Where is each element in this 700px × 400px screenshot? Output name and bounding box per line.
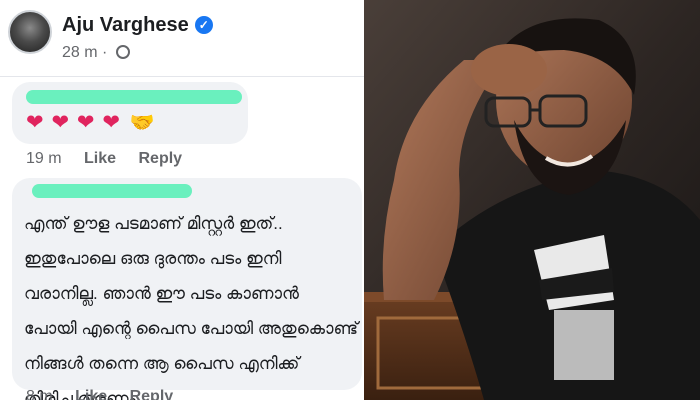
facebook-comment-screenshot: Aju Varghese ✓ 28 m · ❤ ❤ ❤ ❤ 🤝 19 m Like…: [0, 0, 364, 400]
comment-time[interactable]: 19 m: [26, 150, 62, 168]
heart-icon: ❤: [51, 111, 71, 134]
comment-text: എന്ത് ഊള പടമാണ് മിസ്റ്റർ ഇത്.. ഇതുപോലെ ഒ…: [24, 206, 364, 400]
actor-photo-illustration: [364, 0, 700, 400]
author-avatar[interactable]: [8, 10, 52, 54]
comment-line: ഇതുപോലെ ഒരു ദുരന്തം പടം ഇനി: [24, 249, 282, 268]
author-name[interactable]: Aju Varghese: [62, 14, 189, 36]
comment-line: പോയി എന്റെ പൈസ പോയി അതുകൊണ്ട്: [24, 319, 359, 338]
comment-emoji: ❤ ❤ ❤ ❤ 🤝: [26, 110, 156, 135]
heart-icon: ❤: [76, 111, 96, 134]
heart-icon: ❤: [26, 111, 45, 134]
reply-button[interactable]: Reply: [139, 150, 183, 168]
comment-bubble: എന്ത് ഊള പടമാണ് മിസ്റ്റർ ഇത്.. ഇതുപോലെ ഒ…: [12, 178, 362, 400]
comment-actions: 8 m Like Reply: [26, 388, 173, 400]
reply-button[interactable]: Reply: [130, 388, 174, 400]
comment-bubble: ❤ ❤ ❤ ❤ 🤝: [12, 82, 248, 144]
comment-time[interactable]: 8 m: [26, 388, 53, 400]
actor-photo: [364, 0, 700, 400]
post-time[interactable]: 28 m: [62, 44, 98, 61]
globe-icon: [115, 45, 130, 59]
redacted-commenter-name: [32, 184, 192, 198]
comment-actions: 19 m Like Reply: [26, 150, 182, 168]
heart-icon: ❤: [102, 111, 121, 134]
redacted-commenter-name: [26, 90, 242, 104]
like-button[interactable]: Like: [75, 388, 107, 400]
post-header: Aju Varghese ✓ 28 m ·: [0, 0, 364, 77]
comment-line: എന്ത് ഊള പടമാണ് മിസ്റ്റർ ഇത്..: [24, 214, 283, 233]
verified-check-icon: ✓: [194, 16, 213, 34]
comment-line: വരാനില്ല. ഞാൻ ഈ പടം കാണാൻ: [24, 284, 299, 303]
post-meta: 28 m ·: [62, 44, 130, 62]
meta-separator: ·: [102, 44, 108, 61]
like-button[interactable]: Like: [84, 150, 116, 168]
handshake-icon: 🤝: [129, 112, 156, 134]
author-name-row: Aju Varghese ✓: [62, 14, 213, 37]
comment-line: നിങ്ങൾ തന്നെ ആ പൈസ എനിക്ക്: [24, 354, 300, 373]
